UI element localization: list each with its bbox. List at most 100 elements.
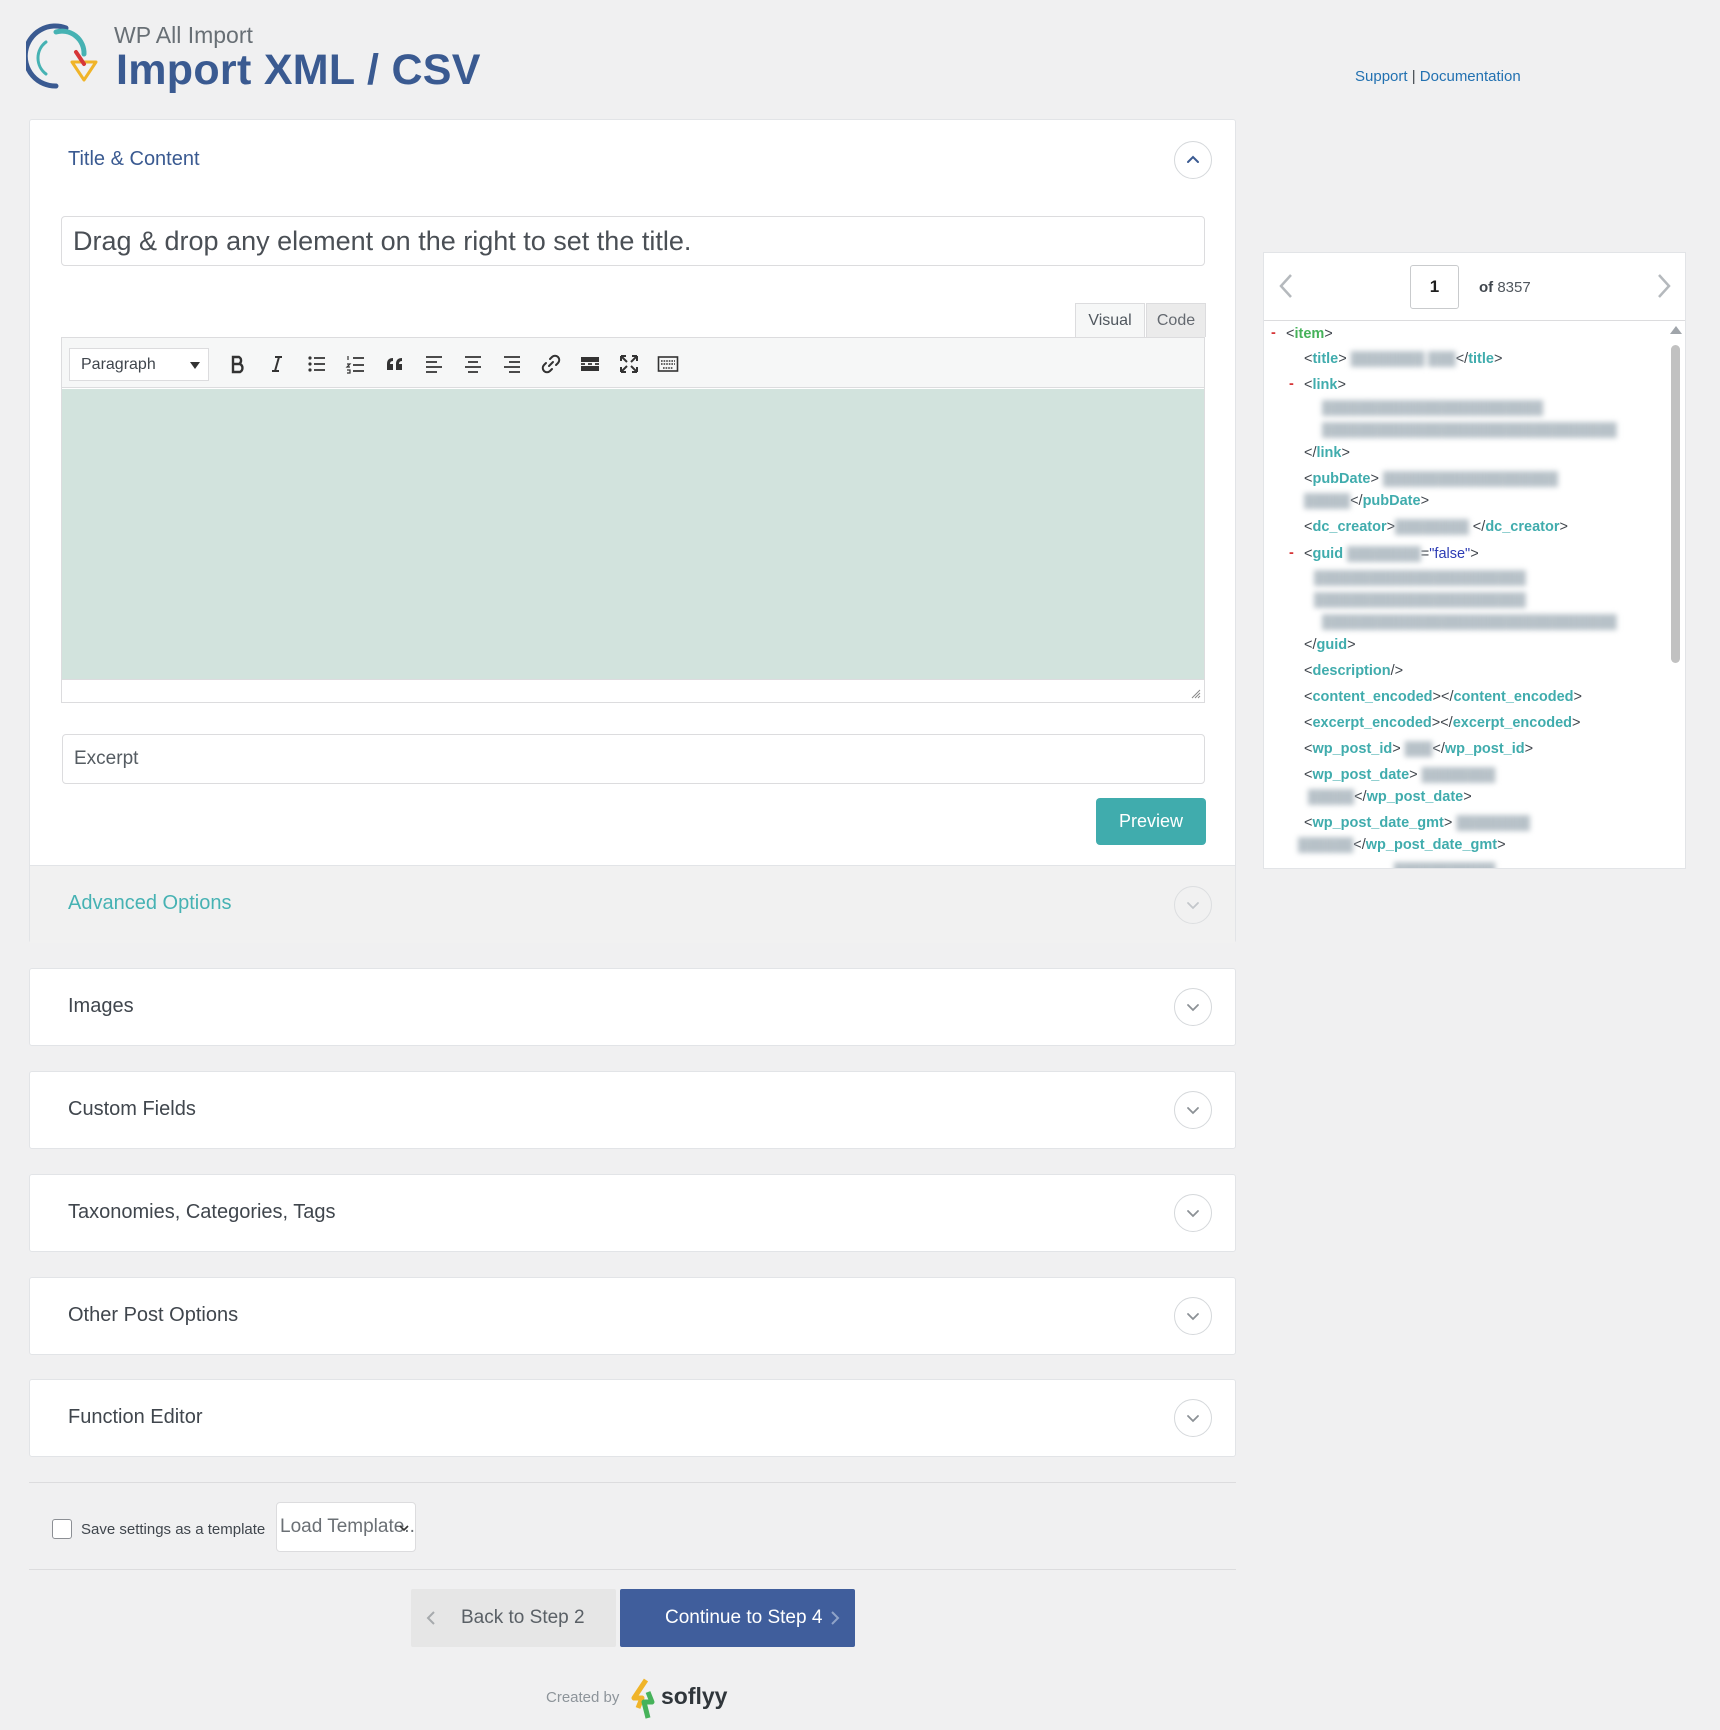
expand-button[interactable] xyxy=(1174,1297,1212,1335)
created-by-label: Created by xyxy=(546,1689,620,1706)
documentation-link[interactable]: Documentation xyxy=(1420,68,1521,85)
post-title-input[interactable]: Drag & drop any element on the right to … xyxy=(61,216,1205,266)
xml-node-wp-post-date[interactable]: <wp_post_date> ████████ xyxy=(1304,767,1495,783)
xml-node-link[interactable]: <link> xyxy=(1304,377,1346,393)
xml-node-excerpt-encoded[interactable]: <excerpt_encoded></excerpt_encoded> xyxy=(1304,715,1580,731)
xml-node-guid[interactable]: <guid ████████="false"> xyxy=(1304,546,1479,562)
section-title: Other Post Options xyxy=(68,1304,239,1326)
back-button-label: Back to Step 2 xyxy=(461,1607,585,1628)
bullet-list-icon xyxy=(308,356,325,372)
xml-node-wp-post-date-gmt[interactable]: <wp_post_date_gmt> ████████ xyxy=(1304,815,1530,831)
expand-button[interactable] xyxy=(1174,988,1212,1026)
collapse-node-icon[interactable]: - xyxy=(1271,325,1276,341)
chevron-down-icon xyxy=(1187,1004,1199,1012)
section-function-editor[interactable]: Function Editor xyxy=(29,1379,1236,1457)
advanced-options-toggle[interactable] xyxy=(1174,886,1212,924)
expand-button[interactable] xyxy=(1174,1399,1212,1437)
xml-node-description[interactable]: <description/> xyxy=(1304,663,1403,679)
continue-button-label: Continue to Step 4 xyxy=(665,1607,823,1628)
xml-node-pubdate[interactable]: <pubDate> ███████████████████ xyxy=(1304,471,1558,487)
editor-content-area[interactable] xyxy=(62,389,1204,681)
xml-tree: - <item> <title> ████████ ███</title> - … xyxy=(1264,321,1664,868)
editor-toolbar: Paragraph xyxy=(62,338,1204,388)
app-name: WP All Import xyxy=(114,22,253,48)
title-content-heading[interactable]: Title & Content xyxy=(68,148,200,171)
collapse-button[interactable] xyxy=(1174,141,1212,179)
soflyy-logo-icon[interactable] xyxy=(628,1678,658,1720)
tab-code[interactable]: Code xyxy=(1146,303,1206,337)
preview-button[interactable]: Preview xyxy=(1096,798,1206,845)
total-records: 8357 xyxy=(1497,279,1531,296)
xml-node-title[interactable]: <title> ████████ ███</title> xyxy=(1304,351,1502,367)
numbered-list-icon xyxy=(345,356,364,374)
back-to-step-2-button[interactable]: Back to Step 2 xyxy=(411,1589,616,1647)
collapse-node-icon[interactable]: - xyxy=(1289,376,1294,392)
record-navigation: 1 of 8357 xyxy=(1264,253,1685,321)
tab-visual[interactable]: Visual xyxy=(1075,303,1145,337)
redacted-value: ████████████████████████████████ xyxy=(1322,422,1617,437)
xml-node-content-encoded[interactable]: <content_encoded></content_encoded> xyxy=(1304,689,1582,705)
resize-handle-icon[interactable] xyxy=(1190,688,1201,699)
xml-node-wp-post-id[interactable]: <wp_post_id> ███</wp_post_id> xyxy=(1304,741,1533,757)
align-right-icon xyxy=(504,356,520,373)
xml-node-dc-creator[interactable]: <dc_creator>████████ </dc_creator> xyxy=(1304,519,1568,535)
save-template-label[interactable]: Save settings as a template xyxy=(81,1521,265,1538)
read-more-button[interactable] xyxy=(575,350,605,378)
divider xyxy=(29,1569,1236,1570)
chevron-down-icon xyxy=(1187,902,1199,910)
editor-statusbar xyxy=(62,679,1204,702)
chevron-left-icon xyxy=(426,1611,435,1625)
advanced-options-heading[interactable]: Advanced Options xyxy=(68,892,231,915)
record-number-input[interactable]: 1 xyxy=(1410,265,1459,309)
caret-down-icon xyxy=(190,362,200,369)
bold-icon xyxy=(231,355,244,374)
xml-scrollbar[interactable] xyxy=(1664,321,1685,868)
toolbar-toggle-button[interactable] xyxy=(653,350,683,378)
redacted-value: ███████████ xyxy=(1394,862,1495,868)
xml-node-guid-close: </guid> xyxy=(1304,637,1356,653)
soflyy-brand[interactable]: soflyy xyxy=(661,1683,727,1710)
italic-button[interactable] xyxy=(262,350,292,378)
chevron-up-icon xyxy=(1187,155,1199,163)
chevron-down-icon xyxy=(1187,1210,1199,1218)
section-images[interactable]: Images xyxy=(29,968,1236,1046)
save-template-checkbox[interactable] xyxy=(52,1519,72,1539)
blockquote-button[interactable] xyxy=(380,350,410,378)
xml-node-wp-post-date-gmt-close: ██████</wp_post_date_gmt> xyxy=(1298,837,1506,853)
expand-button[interactable] xyxy=(1174,1091,1212,1129)
quote-icon xyxy=(387,358,402,370)
section-taxonomies[interactable]: Taxonomies, Categories, Tags xyxy=(29,1174,1236,1252)
bullet-list-button[interactable] xyxy=(302,350,332,378)
load-template-select[interactable]: Load Template... xyxy=(276,1502,416,1552)
align-right-button[interactable] xyxy=(497,350,527,378)
xml-node-link-close: </link> xyxy=(1304,445,1350,461)
scroll-thumb[interactable] xyxy=(1671,345,1680,663)
next-record-icon[interactable] xyxy=(1648,271,1678,301)
excerpt-input[interactable]: Excerpt xyxy=(62,734,1205,784)
section-other-post-options[interactable]: Other Post Options xyxy=(29,1277,1236,1355)
previous-record-icon[interactable] xyxy=(1272,271,1302,301)
link-separator: | xyxy=(1411,68,1416,85)
content-editor: Paragraph xyxy=(61,337,1205,703)
numbered-list-button[interactable] xyxy=(341,350,371,378)
fullscreen-button[interactable] xyxy=(614,350,644,378)
load-template-value: Load Template... xyxy=(280,1516,416,1537)
format-select[interactable]: Paragraph xyxy=(69,348,209,381)
redacted-value: ███████████████████████ xyxy=(1314,592,1526,607)
link-button[interactable] xyxy=(536,350,566,378)
section-custom-fields[interactable]: Custom Fields xyxy=(29,1071,1236,1149)
section-title: Taxonomies, Categories, Tags xyxy=(68,1201,336,1223)
support-link[interactable]: Support xyxy=(1355,68,1408,85)
bold-button[interactable] xyxy=(223,350,253,378)
scroll-up-icon[interactable] xyxy=(1670,326,1682,334)
align-center-button[interactable] xyxy=(458,350,488,378)
align-left-button[interactable] xyxy=(419,350,449,378)
xml-node-item[interactable]: <item> xyxy=(1286,326,1333,342)
expand-button[interactable] xyxy=(1174,1194,1212,1232)
italic-icon xyxy=(272,356,282,372)
chevron-down-icon xyxy=(399,1525,409,1532)
continue-to-step-4-button[interactable]: Continue to Step 4 xyxy=(620,1589,855,1647)
collapse-node-icon[interactable]: - xyxy=(1289,545,1294,561)
align-center-icon xyxy=(465,356,481,373)
format-select-value: Paragraph xyxy=(81,356,156,373)
